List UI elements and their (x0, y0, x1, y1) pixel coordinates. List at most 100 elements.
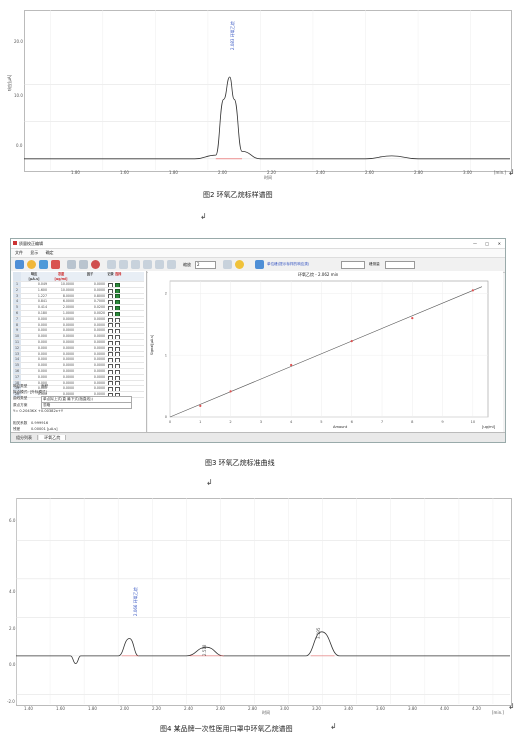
record-checkbox[interactable] (108, 317, 113, 322)
conc-cell[interactable]: 0.0000 (48, 357, 75, 362)
select-cell[interactable] (115, 311, 126, 316)
select-cell[interactable] (115, 357, 126, 363)
select-checkbox[interactable] (115, 329, 120, 334)
factor-cell[interactable]: 0.0000 (75, 340, 106, 345)
response-cell[interactable]: 0.000 (21, 317, 48, 322)
response-cell[interactable]: 0.414 (21, 305, 48, 310)
record-cell[interactable] (106, 369, 115, 374)
export-icon[interactable] (143, 260, 152, 269)
new-icon[interactable] (15, 260, 24, 269)
factor-cell[interactable]: 0.0000 (75, 288, 106, 293)
settings-icon[interactable] (155, 260, 164, 269)
record-checkbox[interactable] (108, 288, 113, 293)
conc-cell[interactable]: 0.0000 (48, 340, 75, 345)
refresh-icon[interactable] (91, 260, 100, 269)
record-cell[interactable] (106, 328, 115, 334)
conc-cell[interactable]: 0.0000 (48, 323, 75, 328)
conc-cell[interactable]: 2.0000 (48, 305, 75, 310)
factor-cell[interactable]: 0.0000 (75, 282, 106, 287)
select-cell[interactable] (115, 282, 126, 287)
record-checkbox[interactable] (108, 305, 113, 310)
record-checkbox[interactable] (108, 294, 113, 299)
select-cell[interactable] (115, 363, 126, 368)
record-cell[interactable] (106, 288, 115, 293)
select-checkbox[interactable] (115, 334, 120, 339)
menu-ok[interactable]: 确定 (46, 250, 54, 255)
factor-cell[interactable]: 0.0000 (75, 369, 106, 374)
select-cell[interactable] (115, 340, 126, 345)
tool-icon[interactable] (223, 260, 232, 269)
record-checkbox[interactable] (108, 334, 113, 339)
col-header-select[interactable]: 选择 (115, 272, 126, 281)
record-cell[interactable] (106, 299, 115, 305)
record-cell[interactable] (106, 357, 115, 363)
record-checkbox[interactable] (108, 282, 113, 287)
response-cell[interactable]: 0.180 (21, 311, 48, 316)
tab-component-list[interactable]: 组分列表 (11, 435, 38, 440)
factor-cell[interactable]: 0.0000 (75, 317, 106, 322)
redo-icon[interactable] (79, 260, 88, 269)
select-checkbox[interactable] (115, 288, 120, 293)
record-cell[interactable] (106, 323, 115, 328)
response-cell[interactable]: 0.000 (21, 334, 48, 339)
col-header-conc[interactable]: 浓度 [ug/ml] (48, 272, 75, 281)
response-cell[interactable]: 0.000 (21, 346, 48, 351)
record-cell[interactable] (106, 311, 115, 316)
select-cell[interactable] (115, 375, 126, 380)
close-icon[interactable]: ✕ (498, 239, 501, 248)
select-cell[interactable] (115, 323, 126, 328)
record-checkbox[interactable] (108, 311, 113, 316)
conc-cell[interactable]: 0.0000 (48, 328, 75, 333)
response-cell[interactable]: 0.841 (21, 299, 48, 304)
factor-cell[interactable]: 0.0000 (75, 346, 106, 351)
factor-cell[interactable]: 0.0000 (75, 352, 106, 357)
response-cell[interactable]: 0.000 (21, 369, 48, 374)
chart-icon[interactable] (119, 260, 128, 269)
select-checkbox[interactable] (115, 346, 120, 351)
zoom-input[interactable]: 2 (195, 261, 216, 269)
maximize-icon[interactable]: □ (485, 239, 489, 248)
conc-cell[interactable]: 0.0000 (48, 346, 75, 351)
record-checkbox[interactable] (108, 340, 113, 345)
record-cell[interactable] (106, 346, 115, 351)
record-checkbox[interactable] (108, 369, 113, 374)
select-checkbox[interactable] (115, 282, 120, 287)
conc-cell[interactable]: 1.0000 (48, 311, 75, 316)
mode-select[interactable] (341, 261, 365, 269)
conc-cell[interactable]: 8.0000 (48, 294, 75, 299)
factor-cell[interactable]: 0.0000 (75, 375, 106, 380)
conc-cell[interactable]: 0.0000 (48, 363, 75, 368)
table-icon[interactable] (107, 260, 116, 269)
record-cell[interactable] (106, 317, 115, 322)
response-cell[interactable]: 0.049 (21, 282, 48, 287)
select-cell[interactable] (115, 352, 126, 357)
response-cell[interactable]: 0.000 (21, 363, 48, 368)
record-cell[interactable] (106, 282, 115, 287)
select-checkbox[interactable] (115, 363, 120, 368)
select-checkbox[interactable] (115, 375, 120, 380)
select-checkbox[interactable] (115, 311, 120, 316)
factor-cell[interactable]: 0.0200 (75, 305, 106, 310)
undo-icon[interactable] (67, 260, 76, 269)
record-cell[interactable] (106, 352, 115, 357)
save-icon[interactable] (39, 260, 48, 269)
select-cell[interactable] (115, 369, 126, 374)
record-checkbox[interactable] (108, 329, 113, 334)
select-checkbox[interactable] (115, 340, 120, 345)
factor-cell[interactable]: 0.0000 (75, 323, 106, 328)
response-cell[interactable]: 0.000 (21, 323, 48, 328)
record-checkbox[interactable] (108, 352, 113, 357)
record-cell[interactable] (106, 305, 115, 310)
select-cell[interactable] (115, 305, 126, 310)
sun-icon[interactable] (235, 260, 244, 269)
menu-view[interactable]: 显示 (30, 250, 38, 255)
record-cell[interactable] (106, 375, 115, 380)
factor-cell[interactable]: 0.0020 (75, 311, 106, 316)
select-cell[interactable] (115, 288, 126, 293)
record-checkbox[interactable] (108, 323, 113, 328)
factor-cell[interactable]: 0.0000 (75, 363, 106, 368)
edit-icon[interactable] (255, 260, 264, 269)
conc-cell[interactable]: 6.0000 (48, 299, 75, 304)
select-cell[interactable] (115, 299, 126, 305)
col-header-factor[interactable]: 因子 (75, 272, 106, 281)
